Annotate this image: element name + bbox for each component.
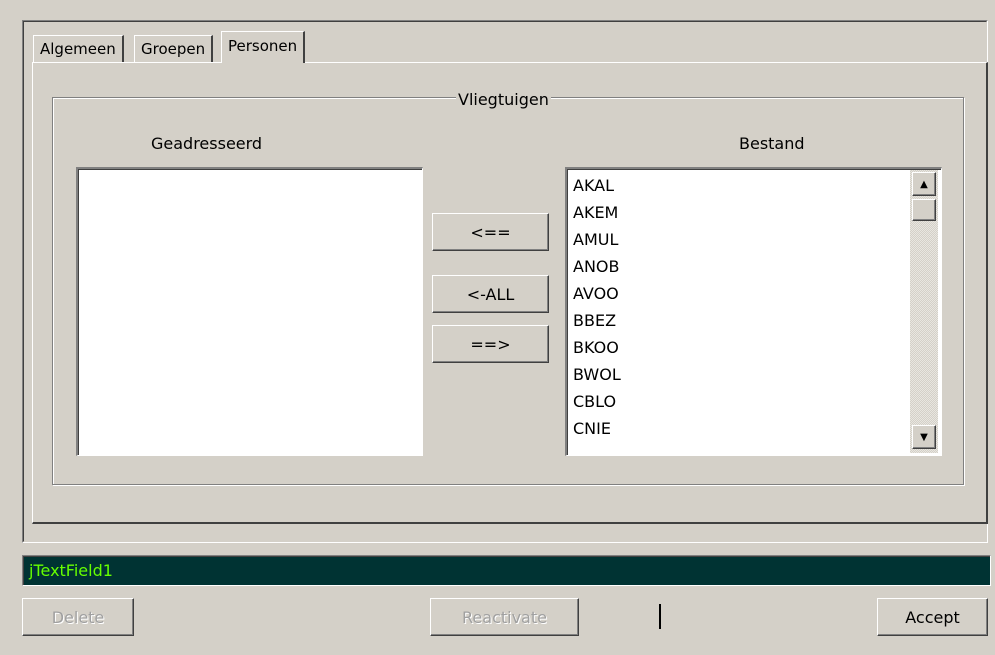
list-item[interactable]: AKAL <box>573 172 614 199</box>
list-item[interactable]: AKEM <box>573 199 618 226</box>
list-item[interactable]: ANOB <box>573 253 619 280</box>
tab-algemeen[interactable]: Algemeen <box>33 35 124 62</box>
arrow-up-icon: ▲ <box>920 178 928 190</box>
scroll-down-button[interactable]: ▼ <box>912 425 936 449</box>
addressed-label: Geadresseerd <box>151 134 263 153</box>
separator <box>659 604 661 629</box>
scroll-up-button[interactable]: ▲ <box>912 172 936 196</box>
list-item[interactable]: CBLO <box>573 388 616 415</box>
tab-groepen[interactable]: Groepen <box>134 35 214 62</box>
list-item[interactable]: BKOO <box>573 334 619 361</box>
list-item[interactable]: AVOO <box>573 280 619 307</box>
delete-button[interactable]: Delete <box>22 598 134 636</box>
available-label: Bestand <box>739 134 805 153</box>
scrollbar-thumb[interactable] <box>912 199 936 221</box>
available-list-items: AKAL AKEM AMUL ANOB AVOO BBEZ BKOO BWOL … <box>567 169 907 454</box>
remove-button[interactable]: ==> <box>432 325 549 363</box>
group-title: Vliegtuigen <box>456 89 551 111</box>
add-all-button[interactable]: <-ALL <box>432 275 549 313</box>
add-button[interactable]: <== <box>432 213 549 251</box>
reactivate-button[interactable]: Reactivate <box>430 598 579 636</box>
list-item[interactable]: BWOL <box>573 361 621 388</box>
text-field[interactable]: jTextField1 <box>22 555 991 586</box>
accept-button[interactable]: Accept <box>877 598 988 636</box>
list-item[interactable]: AMUL <box>573 226 618 253</box>
addressed-list[interactable] <box>76 167 423 456</box>
list-item[interactable]: CNIE <box>573 415 611 442</box>
arrow-down-icon: ▼ <box>920 431 928 443</box>
list-item[interactable]: BBEZ <box>573 307 616 334</box>
tab-personen[interactable]: Personen <box>221 31 306 63</box>
